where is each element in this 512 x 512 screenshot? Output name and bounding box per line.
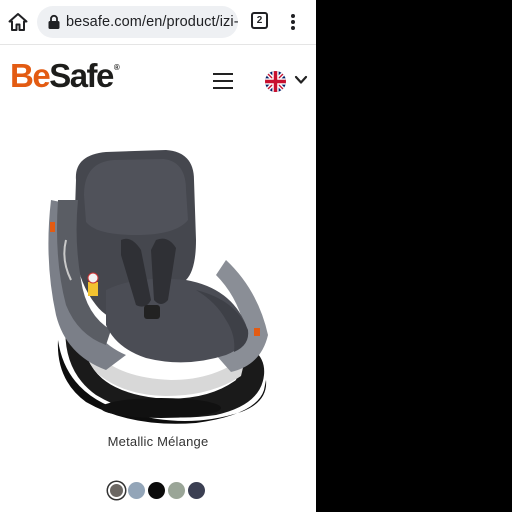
hamburger-menu-icon[interactable] <box>213 73 233 89</box>
phone-screen: besafe.com/en/product/izi-m 2 BeSafe® Me… <box>0 0 316 512</box>
tab-switcher-button[interactable]: 2 <box>251 12 268 29</box>
swatch-sage-grey[interactable] <box>168 482 185 499</box>
swatch-black[interactable] <box>148 482 165 499</box>
tab-count: 2 <box>256 15 263 26</box>
swatch-light-blue-grey[interactable] <box>128 482 145 499</box>
lock-icon <box>48 14 60 29</box>
color-swatches <box>108 482 218 502</box>
besafe-logo[interactable]: BeSafe® <box>10 57 120 97</box>
swatch-metallic-melange[interactable] <box>108 482 125 499</box>
browser-toolbar: besafe.com/en/product/izi-m 2 <box>0 0 316 45</box>
logo-be: Be <box>10 57 51 94</box>
address-bar[interactable]: besafe.com/en/product/izi-m <box>37 6 238 38</box>
selected-color-name: Metallic Mélange <box>107 434 209 449</box>
swatch-navy-grey[interactable] <box>188 482 205 499</box>
site-header: BeSafe® <box>0 45 316 115</box>
car-seat-image <box>48 150 268 424</box>
url-text: besafe.com/en/product/izi-m <box>66 14 238 30</box>
uk-flag-icon[interactable] <box>265 71 286 92</box>
logo-safe: Safe <box>49 57 114 94</box>
more-vert-icon[interactable] <box>286 12 300 32</box>
logo-registered-mark: ® <box>113 63 120 72</box>
chevron-down-icon[interactable] <box>294 73 308 87</box>
home-icon[interactable] <box>6 10 30 34</box>
